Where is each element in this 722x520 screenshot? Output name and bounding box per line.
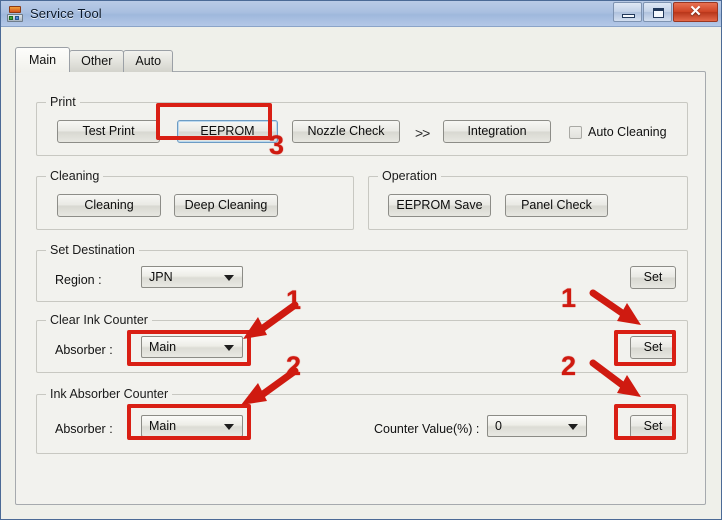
region-dropdown-value: JPN [149, 270, 173, 284]
ink-absorber-counter-absorber-value: Main [149, 419, 177, 433]
chevron-right-icon: >> [415, 125, 430, 141]
clear-ink-counter-absorber-value: Main [149, 340, 177, 354]
cleaning-button[interactable]: Cleaning [57, 194, 161, 217]
chevron-down-icon [224, 424, 234, 430]
group-ink-absorber-counter: Ink Absorber Counter Absorber : Main Cou… [36, 387, 688, 454]
group-set-destination-title: Set Destination [46, 243, 139, 257]
window-controls: ✕ [612, 2, 718, 22]
region-dropdown[interactable]: JPN [141, 266, 243, 288]
group-operation-title: Operation [378, 169, 441, 183]
annotation-number-3: 3 [269, 130, 285, 160]
ink-absorber-counter-set-button[interactable]: Set [630, 415, 676, 438]
eeprom-button[interactable]: EEPROM [177, 120, 278, 143]
auto-cleaning-label: Auto Cleaning [588, 125, 667, 139]
clear-ink-counter-set-button[interactable]: Set [630, 336, 676, 359]
window-titlebar[interactable]: Service Tool ✕ [1, 1, 721, 27]
ink-absorber-counter-absorber[interactable]: Main [141, 415, 243, 437]
group-print-title: Print [46, 95, 80, 109]
group-cleaning: Cleaning Cleaning Deep Cleaning [36, 169, 354, 230]
counter-value-dropdown-value: 0 [495, 419, 502, 433]
service-tool-window: Service Tool ✕ Main Other Auto Print Tes… [0, 0, 722, 520]
integration-button[interactable]: Integration [443, 120, 551, 143]
eeprom-save-button[interactable]: EEPROM Save [388, 194, 491, 217]
close-icon: ✕ [689, 3, 702, 20]
tab-auto[interactable]: Auto [123, 50, 174, 72]
tab-other[interactable]: Other [69, 50, 125, 72]
minimize-button[interactable] [613, 2, 642, 22]
group-operation: Operation EEPROM Save Panel Check [368, 169, 688, 230]
clear-ink-counter-absorber-label: Absorber : [55, 343, 113, 357]
minimize-icon [622, 14, 635, 18]
group-print: Print Test Print EEPROM Nozzle Check >> … [36, 95, 688, 156]
group-clear-ink-counter-title: Clear Ink Counter [46, 313, 152, 327]
window-title: Service Tool [30, 6, 102, 21]
clear-ink-counter-absorber[interactable]: Main [141, 336, 243, 358]
test-print-button[interactable]: Test Print [57, 120, 160, 143]
set-destination-set-button[interactable]: Set [630, 266, 676, 289]
group-set-destination: Set Destination Region : JPN Set [36, 243, 688, 302]
maximize-button[interactable] [643, 2, 672, 22]
tab-main[interactable]: Main [15, 47, 71, 72]
counter-value-label: Counter Value(%) : [374, 422, 480, 436]
nozzle-check-button[interactable]: Nozzle Check [292, 120, 400, 143]
group-ink-absorber-counter-title: Ink Absorber Counter [46, 387, 173, 401]
close-button[interactable]: ✕ [673, 2, 718, 22]
tab-panel-main: Print Test Print EEPROM Nozzle Check >> … [15, 71, 706, 505]
annotation-number-1-right: 1 [561, 283, 577, 313]
checkbox-box-icon [569, 125, 582, 139]
group-cleaning-title: Cleaning [46, 169, 104, 183]
deep-cleaning-button[interactable]: Deep Cleaning [174, 194, 278, 217]
chevron-down-icon [568, 424, 578, 430]
window-client-area: Main Other Auto Print Test Print EEPROM … [2, 28, 721, 519]
group-clear-ink-counter: Clear Ink Counter Absorber : Main Set [36, 313, 688, 373]
chevron-down-icon [224, 275, 234, 281]
maximize-icon [653, 8, 664, 18]
service-tool-icon [7, 5, 23, 22]
annotation-number-2-left: 2 [286, 351, 302, 381]
region-label: Region : [55, 273, 102, 287]
tabstrip: Main Other Auto [15, 47, 174, 72]
auto-cleaning-checkbox[interactable]: Auto Cleaning [569, 125, 667, 139]
panel-check-button[interactable]: Panel Check [505, 194, 608, 217]
annotation-number-2-right: 2 [561, 351, 577, 381]
chevron-down-icon [224, 345, 234, 351]
ink-absorber-counter-absorber-label: Absorber : [55, 422, 113, 436]
counter-value-dropdown[interactable]: 0 [487, 415, 587, 437]
annotation-number-1-left: 1 [286, 285, 302, 315]
